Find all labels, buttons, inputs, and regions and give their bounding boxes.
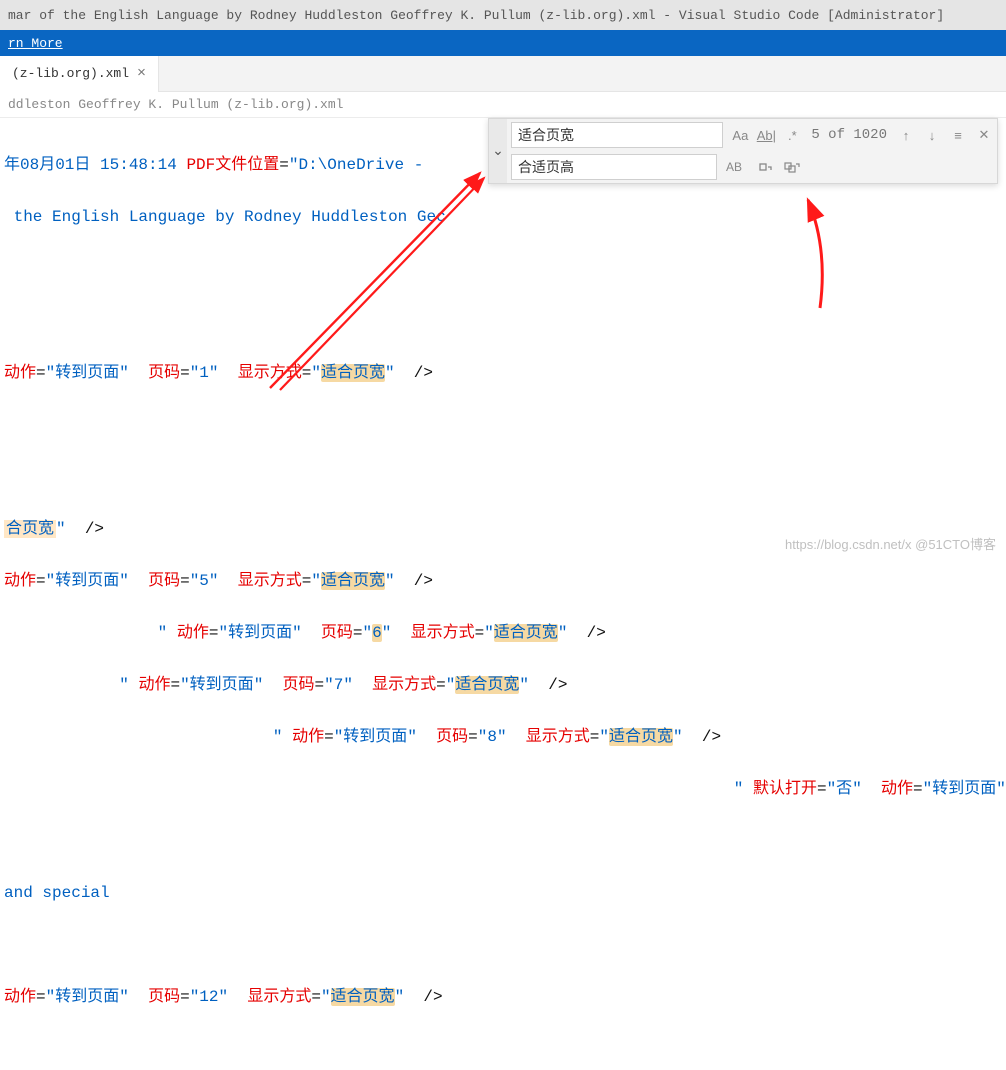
close-find-icon[interactable]: ✕ [973, 124, 995, 146]
learn-more-link[interactable]: rn More [8, 36, 63, 51]
replace-one-icon[interactable] [755, 156, 777, 178]
search-input[interactable] [511, 122, 723, 148]
chevron-down-icon: ⌄ [492, 143, 504, 160]
watermark: https://blog.csdn.net/x @51CTO博客 [785, 534, 996, 553]
preserve-case-icon[interactable]: AB [723, 156, 745, 178]
find-replace-widget: ⌄ Aa Ab| .* 5 of 1020 ↑ ↓ ≡ ✕ AB [488, 118, 998, 184]
editor-area: ⌄ Aa Ab| .* 5 of 1020 ↑ ↓ ≡ ✕ AB [0, 118, 1006, 559]
regex-icon[interactable]: .* [781, 124, 803, 146]
tab-strip: (z-lib.org).xml × [0, 56, 1006, 92]
find-in-selection-icon[interactable]: ≡ [947, 124, 969, 146]
match-case-icon[interactable]: Aa [729, 124, 751, 146]
result-count: 5 of 1020 [805, 127, 893, 143]
tab-file[interactable]: (z-lib.org).xml × [0, 56, 159, 92]
notification-bar: rn More [0, 30, 1006, 56]
code-editor[interactable]: 年08月01日 15:48:14 PDF文件位置="D:\OneDrive - … [0, 118, 1006, 1070]
tab-label: (z-lib.org).xml [12, 66, 129, 81]
breadcrumb[interactable]: ddleston Geoffrey K. Pullum (z-lib.org).… [0, 92, 1006, 118]
breadcrumb-text: ddleston Geoffrey K. Pullum (z-lib.org).… [8, 97, 343, 112]
close-icon[interactable]: × [137, 65, 146, 82]
toggle-replace-button[interactable]: ⌄ [489, 119, 507, 183]
replace-input[interactable] [511, 154, 717, 180]
next-match-icon[interactable]: ↓ [921, 124, 943, 146]
window-title-bar: mar of the English Language by Rodney Hu… [0, 0, 1006, 30]
window-title: mar of the English Language by Rodney Hu… [8, 8, 944, 23]
match-whole-word-icon[interactable]: Ab| [755, 124, 777, 146]
replace-all-icon[interactable] [781, 156, 803, 178]
prev-match-icon[interactable]: ↑ [895, 124, 917, 146]
